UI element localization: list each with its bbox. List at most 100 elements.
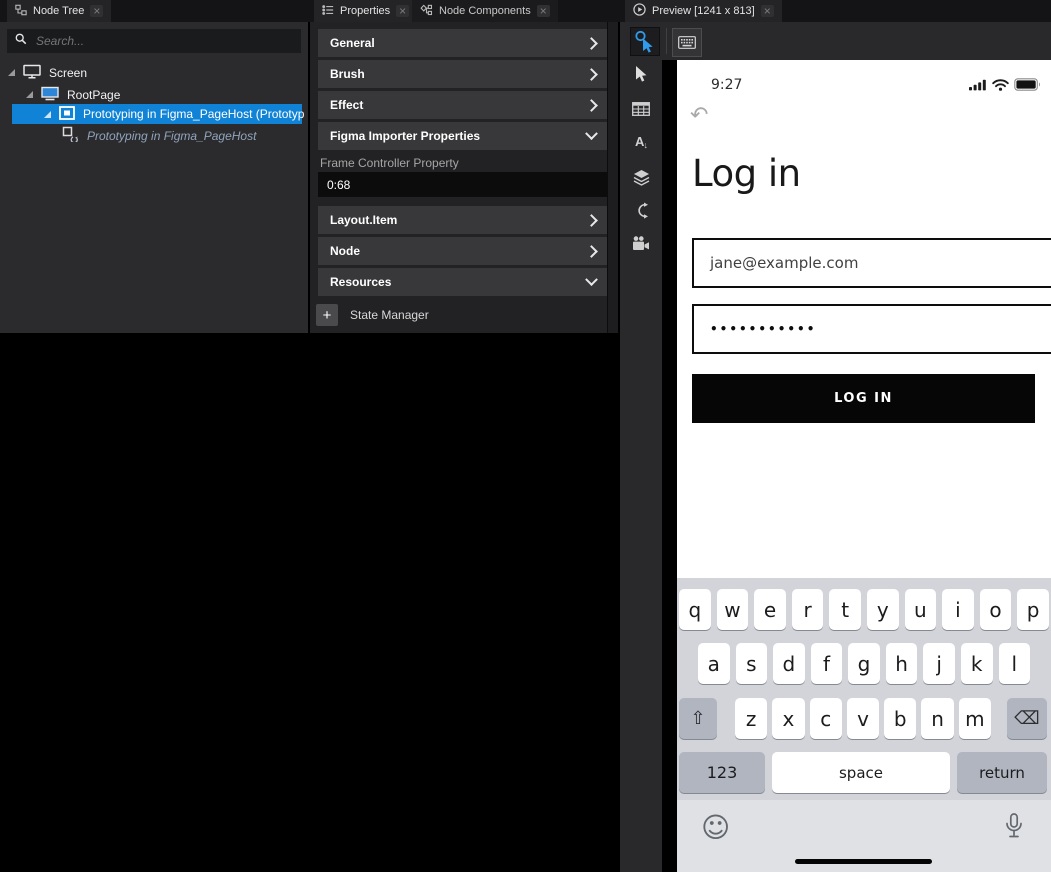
key-m[interactable]: m <box>959 698 991 739</box>
key-q[interactable]: q <box>679 589 711 630</box>
key-z[interactable]: z <box>735 698 767 739</box>
text-tool-button[interactable]: A↓ <box>629 130 653 154</box>
tree-item-figma-component[interactable]: Prototyping in Figma_PageHost <box>62 126 256 145</box>
emoji-key[interactable]: ☺ <box>701 814 730 842</box>
tree-item-label: Screen <box>49 66 87 80</box>
tree-item-screen[interactable]: Screen <box>8 63 87 82</box>
phone-screen: 9:27 ↶ Log in jane@example.com •••••••••… <box>677 60 1051 872</box>
search-input[interactable] <box>34 33 293 49</box>
key-w[interactable]: w <box>717 589 749 630</box>
add-state-button[interactable]: + <box>316 304 338 326</box>
page-title: Log in <box>692 152 801 195</box>
backspace-key[interactable]: ⌫ <box>1007 698 1047 739</box>
key-f[interactable]: f <box>811 643 843 684</box>
key-l[interactable]: l <box>999 643 1031 684</box>
node-tree-icon <box>15 4 27 19</box>
key-i[interactable]: i <box>942 589 974 630</box>
layers-tool-button[interactable] <box>629 165 653 189</box>
tree-item-rootpage[interactable]: RootPage <box>26 85 120 104</box>
tree-item-figma-pagehost[interactable]: Prototyping in Figma_PageHost (Prototyp <box>12 104 302 124</box>
cursor-icon <box>633 65 649 83</box>
keyboard-mode-button[interactable] <box>672 28 702 57</box>
key-b[interactable]: b <box>884 698 916 739</box>
properties-panel: General Brush Effect Figma Importer Prop… <box>310 22 618 333</box>
key-j[interactable]: j <box>923 643 955 684</box>
section-effect[interactable]: Effect <box>318 91 608 119</box>
key-o[interactable]: o <box>980 589 1012 630</box>
section-general[interactable]: General <box>318 29 608 57</box>
section-node[interactable]: Node <box>318 237 608 265</box>
tab-node-tree[interactable]: Node Tree × <box>7 0 111 22</box>
chevron-right-icon <box>585 68 598 81</box>
toolbar-separator <box>666 28 667 54</box>
space-key[interactable]: space <box>772 752 950 793</box>
password-field[interactable]: ••••••••••• <box>692 304 1051 354</box>
key-t[interactable]: t <box>829 589 861 630</box>
select-tool-button[interactable] <box>629 62 653 86</box>
key-v[interactable]: v <box>847 698 879 739</box>
key-s[interactable]: s <box>736 643 768 684</box>
tab-preview[interactable]: Preview [1241 x 813] × <box>625 0 782 22</box>
key-y[interactable]: y <box>867 589 899 630</box>
state-manager-label: State Manager <box>350 308 429 322</box>
frame-controller-value: 0:68 <box>327 178 350 192</box>
section-layout-item[interactable]: Layout.Item <box>318 206 608 234</box>
numbers-key[interactable]: 123 <box>679 752 765 793</box>
dictation-key[interactable] <box>1005 813 1023 845</box>
login-button[interactable]: LOG IN <box>692 374 1035 423</box>
keyboard-row-1: qwertyuiop <box>679 589 1049 630</box>
chevron-right-icon <box>585 245 598 258</box>
key-a[interactable]: a <box>698 643 730 684</box>
key-u[interactable]: u <box>905 589 937 630</box>
home-indicator[interactable] <box>795 859 932 864</box>
table-icon <box>632 102 650 116</box>
key-e[interactable]: e <box>754 589 786 630</box>
frame-icon <box>59 106 75 123</box>
close-icon[interactable]: × <box>761 5 774 17</box>
section-figma-importer[interactable]: Figma Importer Properties <box>318 122 608 150</box>
interaction-mode-button[interactable] <box>630 27 660 56</box>
section-label: Node <box>330 244 360 258</box>
key-g[interactable]: g <box>848 643 880 684</box>
password-value: ••••••••••• <box>710 322 816 336</box>
back-button[interactable]: ↶ <box>690 105 708 127</box>
key-d[interactable]: d <box>773 643 805 684</box>
frame-controller-label: Frame Controller Property <box>320 156 459 170</box>
return-key[interactable]: return <box>957 752 1047 793</box>
key-k[interactable]: k <box>961 643 993 684</box>
expander-icon[interactable] <box>44 111 51 118</box>
key-r[interactable]: r <box>792 589 824 630</box>
tab-properties[interactable]: Properties × <box>314 0 417 22</box>
properties-scrollbar[interactable] <box>607 22 618 333</box>
tree-item-label: Prototyping in Figma_PageHost <box>87 129 256 143</box>
key-p[interactable]: p <box>1017 589 1049 630</box>
section-resources[interactable]: Resources <box>318 268 608 296</box>
chevron-right-icon <box>585 99 598 112</box>
expander-icon[interactable] <box>26 91 33 98</box>
section-label: General <box>330 36 375 50</box>
close-icon[interactable]: × <box>537 5 550 17</box>
close-icon[interactable]: × <box>90 5 103 17</box>
search-box[interactable] <box>7 29 301 53</box>
key-x[interactable]: x <box>772 698 804 739</box>
expander-icon[interactable] <box>8 69 15 76</box>
component-sync-icon <box>62 126 79 145</box>
tab-bar: Node Tree × Properties × Node Components… <box>0 0 1051 22</box>
tab-label: Preview [1241 x 813] <box>652 5 755 17</box>
section-brush[interactable]: Brush <box>318 60 608 88</box>
close-icon[interactable]: × <box>396 5 409 17</box>
shift-key[interactable]: ⇧ <box>679 698 717 739</box>
keyboard-row-3: zxcvbnm <box>735 698 991 739</box>
email-field[interactable]: jane@example.com <box>692 238 1051 288</box>
tab-node-components[interactable]: Node Components × <box>412 0 558 22</box>
flow-tool-button[interactable] <box>629 198 653 222</box>
table-tool-button[interactable] <box>629 97 653 121</box>
frame-controller-input[interactable]: 0:68 <box>318 172 608 197</box>
key-c[interactable]: c <box>810 698 842 739</box>
monitor-icon <box>23 64 41 82</box>
key-n[interactable]: n <box>921 698 953 739</box>
key-h[interactable]: h <box>886 643 918 684</box>
record-tool-button[interactable] <box>629 231 653 255</box>
tab-label: Properties <box>340 5 390 17</box>
wifi-icon <box>992 79 1009 91</box>
